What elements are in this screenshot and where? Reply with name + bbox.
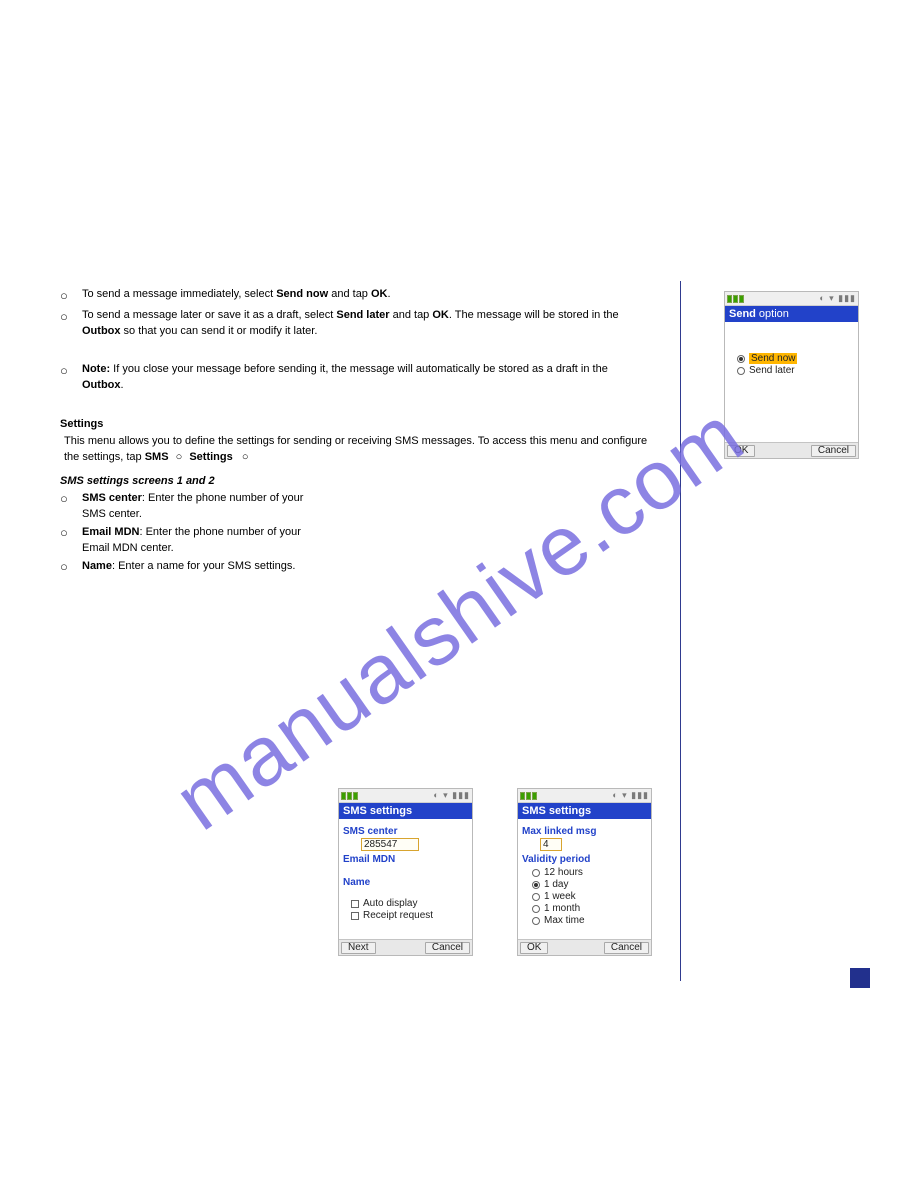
radio-label: Max time <box>544 915 585 926</box>
screen-title: SMS settings <box>518 803 651 819</box>
main-text-column: ○ To send a message immediately, select … <box>60 285 670 577</box>
status-bar: ◐ ▾ ▮▮▮ <box>518 789 651 803</box>
radio-icon <box>532 893 540 901</box>
signal-icons: ◐ ▾ ▮▮▮ <box>612 790 649 801</box>
checkbox-receipt-request[interactable]: Receipt request <box>347 910 468 921</box>
bullet-ring-icon: ○ <box>172 451 187 463</box>
bullet-ring-icon: ○ <box>242 451 249 463</box>
cancel-button[interactable]: Cancel <box>811 445 856 457</box>
validity-period-label: Validity period <box>522 854 647 865</box>
bullet-ring-icon: ○ <box>60 525 82 540</box>
radio-label: 1 day <box>544 879 568 890</box>
radio-label: 1 month <box>544 903 580 914</box>
phone-sms-settings-1: ◐ ▾ ▮▮▮ SMS settings SMS center 285547 E… <box>338 788 473 956</box>
radio-1-day[interactable]: 1 day <box>524 879 647 890</box>
status-bar: ◐ ▾ ▮▮▮ <box>725 292 858 306</box>
radio-12-hours[interactable]: 12 hours <box>524 867 647 878</box>
radio-icon <box>532 869 540 877</box>
bullet-ring-icon: ○ <box>60 362 82 381</box>
radio-label: Send now <box>749 353 797 364</box>
ok-button[interactable]: OK <box>727 445 755 457</box>
send-now-line: To send a message immediately, select Se… <box>82 287 650 303</box>
page-corner-mark <box>850 968 870 988</box>
note-line: Note: If you close your message before s… <box>82 362 650 394</box>
screen-title: Sendoption <box>725 306 858 322</box>
email-mdn-label: Email MDN <box>343 854 468 865</box>
max-linked-label: Max linked msg <box>522 826 647 837</box>
sms-center-field[interactable]: 285547 <box>361 838 419 851</box>
column-divider <box>680 281 681 981</box>
next-button[interactable]: Next <box>341 942 376 954</box>
name-label: Name <box>343 877 468 888</box>
bullet-ring-icon: ○ <box>60 308 82 327</box>
signal-icons: ◐ ▾ ▮▮▮ <box>433 790 470 801</box>
send-later-line: To send a message later or save it as a … <box>82 308 650 340</box>
signal-icons: ◐ ▾ ▮▮▮ <box>819 293 856 304</box>
sms-center-line: SMS center: Enter the phone number of yo… <box>82 491 328 523</box>
bullet-ring-icon: ○ <box>60 287 82 306</box>
radio-send-later[interactable]: Send later <box>729 365 854 376</box>
radio-1-week[interactable]: 1 week <box>524 891 647 902</box>
max-linked-field[interactable]: 4 <box>540 838 562 851</box>
phone-send-option: ◐ ▾ ▮▮▮ Sendoption Send now Send later O… <box>724 291 859 459</box>
status-bar: ◐ ▾ ▮▮▮ <box>339 789 472 803</box>
bullet-ring-icon: ○ <box>60 491 82 506</box>
checkbox-label: Auto display <box>363 898 417 909</box>
radio-send-now[interactable]: Send now <box>729 353 854 364</box>
cancel-button[interactable]: Cancel <box>604 942 649 954</box>
radio-icon <box>532 905 540 913</box>
bullet-ring-icon: ○ <box>60 559 82 574</box>
radio-icon <box>532 917 540 925</box>
name-line: Name: Enter a name for your SMS settings… <box>82 559 328 575</box>
radio-1-month[interactable]: 1 month <box>524 903 647 914</box>
email-mdn-line: Email MDN: Enter the phone number of you… <box>82 525 328 557</box>
checkbox-auto-display[interactable]: Auto display <box>347 898 468 909</box>
radio-icon <box>737 367 745 375</box>
sms-center-label: SMS center <box>343 826 468 837</box>
checkbox-label: Receipt request <box>363 910 433 921</box>
sms-screens-subhead: SMS settings screens 1 and 2 <box>60 475 670 487</box>
radio-label: Send later <box>749 365 795 376</box>
screen-title: SMS settings <box>339 803 472 819</box>
checkbox-icon <box>351 912 359 920</box>
battery-icon <box>727 295 744 303</box>
battery-icon <box>520 792 537 800</box>
ok-button[interactable]: OK <box>520 942 548 954</box>
radio-max-time[interactable]: Max time <box>524 915 647 926</box>
radio-label: 12 hours <box>544 867 583 878</box>
settings-heading: Settings <box>60 418 670 430</box>
radio-selected-icon <box>532 881 540 889</box>
checkbox-icon <box>351 900 359 908</box>
battery-icon <box>341 792 358 800</box>
cancel-button[interactable]: Cancel <box>425 942 470 954</box>
settings-intro: This menu allows you to define the setti… <box>64 434 654 466</box>
phone-sms-settings-2: ◐ ▾ ▮▮▮ SMS settings Max linked msg 4 Va… <box>517 788 652 956</box>
radio-label: 1 week <box>544 891 576 902</box>
radio-selected-icon <box>737 355 745 363</box>
